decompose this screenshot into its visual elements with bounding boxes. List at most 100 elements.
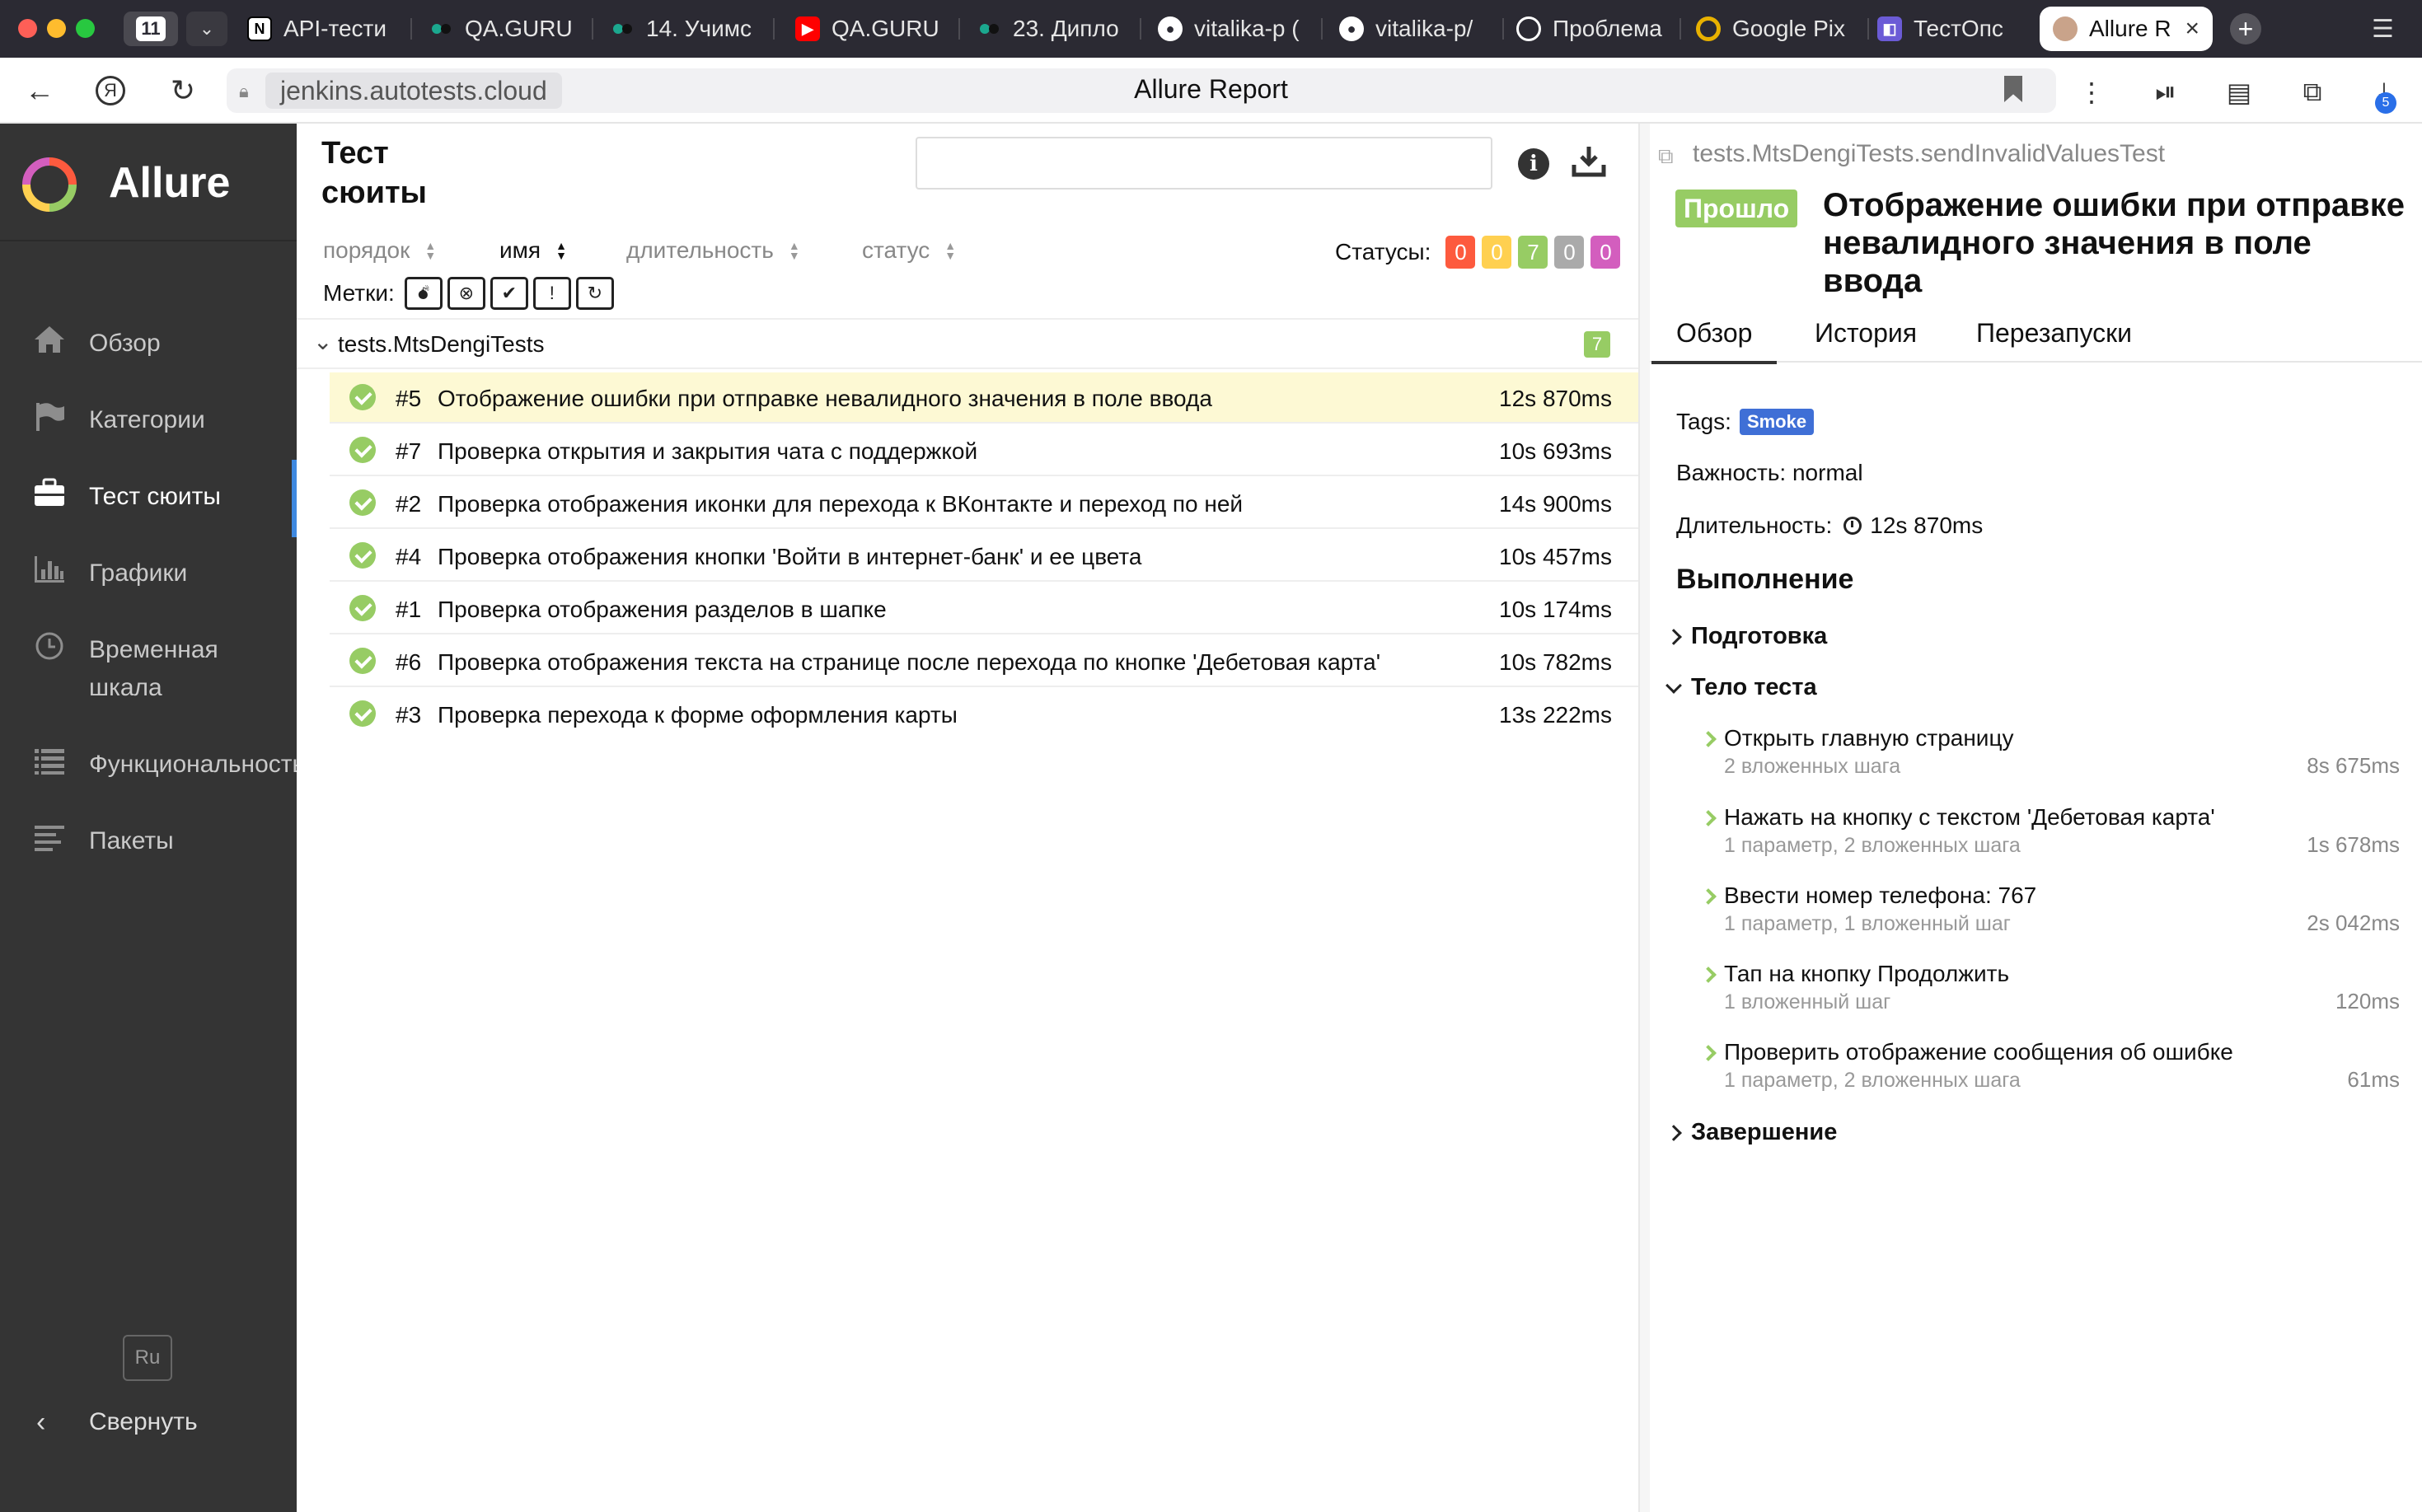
test-number: #4: [396, 544, 422, 569]
info-icon[interactable]: i: [1518, 148, 1549, 180]
step-title: Тап на кнопку Продолжить: [1724, 961, 2010, 986]
test-name: Проверка отображения кнопки 'Войти в инт…: [438, 544, 1142, 569]
passed-check-icon: [349, 595, 376, 621]
step-item[interactable]: Проверить отображение сообщения об ошибк…: [1699, 1039, 2400, 1105]
status-passed-badge[interactable]: 7: [1518, 236, 1548, 269]
language-button[interactable]: Ru: [123, 1335, 172, 1381]
browser-tab[interactable]: ● vitalika-p (: [1158, 7, 1323, 51]
test-row[interactable]: #5 Отображение ошибки при отправке невал…: [330, 372, 1638, 424]
sidebar-item-suites[interactable]: Тест сюиты: [0, 460, 297, 537]
suite-group[interactable]: ⌄ tests.MtsDengiTests 7: [297, 320, 1638, 369]
test-row[interactable]: #2 Проверка отображения иконки для перех…: [330, 478, 1638, 529]
sidebar-item-packages[interactable]: Пакеты: [0, 804, 297, 870]
x-circle-icon[interactable]: ⊗: [447, 277, 485, 310]
tab-overview[interactable]: Обзор: [1651, 318, 1778, 364]
status-failed-badge[interactable]: 0: [1445, 236, 1476, 269]
media-play-icon[interactable]: ⏯: [2149, 76, 2182, 109]
duration-value: 12s 870ms: [1870, 513, 1984, 538]
chevron-right-icon: [1700, 810, 1717, 826]
status-skipped-badge[interactable]: 0: [1554, 236, 1585, 269]
test-duration: 10s 693ms: [1499, 438, 1612, 464]
step-item[interactable]: Тап на кнопку Продолжить 1 вложенный шаг…: [1699, 961, 2400, 1027]
browser-tab[interactable]: ● vitalika-p/: [1339, 7, 1504, 51]
exclamation-circle-icon[interactable]: !: [532, 277, 571, 310]
test-duration: 12s 870ms: [1499, 386, 1612, 411]
browser-tab[interactable]: Проблема: [1516, 7, 1681, 51]
sidebar-item-label: Графики: [89, 559, 188, 587]
briefcase-icon: [31, 476, 68, 509]
test-row[interactable]: #6 Проверка отображения текста на страни…: [330, 636, 1638, 687]
sidebar-item-graphs[interactable]: Графики: [0, 536, 297, 602]
sort-by-duration[interactable]: длительность ▲ ▼: [626, 237, 800, 264]
bomb-icon[interactable]: 💣︎: [404, 277, 443, 310]
window-close-button[interactable]: [18, 19, 37, 38]
browser-tab[interactable]: ◧ ТестОпс: [1877, 7, 2042, 51]
test-number: #5: [396, 386, 422, 411]
refresh-icon[interactable]: ↻: [575, 277, 614, 310]
test-row[interactable]: #1 Проверка отображения разделов в шапке…: [330, 583, 1638, 634]
statuses-label: Статусы:: [1335, 239, 1431, 264]
step-item[interactable]: Ввести номер телефона: 767 1 параметр, 1…: [1699, 882, 2400, 948]
tab-title: ТестОпс: [1914, 16, 2003, 41]
pane-resize-handle[interactable]: [1638, 124, 1665, 1512]
google-pixel-icon: [1696, 16, 1721, 41]
setup-section[interactable]: Подготовка: [1665, 623, 1827, 650]
qa-guru-icon: [977, 16, 1001, 41]
browser-tab[interactable]: Google Pix: [1696, 7, 1869, 51]
test-row[interactable]: #4 Проверка отображения кнопки 'Войти в …: [330, 531, 1638, 582]
status-broken-badge[interactable]: 0: [1482, 236, 1512, 269]
sidebar-item-overview[interactable]: Обзор: [0, 307, 297, 372]
test-duration: 14s 900ms: [1499, 491, 1612, 517]
browser-tab[interactable]: ▶ QA.GURU: [795, 7, 960, 51]
sort-by-status[interactable]: статус ▲ ▼: [862, 237, 956, 264]
pane-title: Тест сюиты: [321, 136, 428, 210]
marks-filter: Метки: 💣︎ ⊗ ✔ ! ↻: [323, 277, 614, 310]
browser-tab-active[interactable]: Allure R ×: [2040, 7, 2213, 51]
tab-history[interactable]: История: [1815, 318, 1917, 349]
duration-label: Длительность:: [1676, 513, 1833, 538]
sidebar: Allure Обзор Категории Тест сюиты График…: [0, 124, 305, 1512]
step-duration: 1s 678ms: [2307, 832, 2400, 857]
step-duration: 61ms: [2347, 1067, 2400, 1092]
sidebar-item-timeline[interactable]: Временная шкала: [0, 613, 297, 712]
extension-icon[interactable]: ⧉: [2296, 76, 2329, 109]
openai-icon: [1516, 16, 1541, 41]
status-unknown-badge[interactable]: 0: [1590, 236, 1621, 269]
brand[interactable]: Allure: [0, 124, 297, 241]
chevron-right-icon: [1665, 628, 1682, 645]
search-input[interactable]: [916, 137, 1492, 190]
window-minimize-button[interactable]: [47, 19, 66, 38]
browser-tab[interactable]: N API-тести: [247, 7, 412, 51]
browser-tab[interactable]: QA.GURU: [429, 7, 593, 51]
window-maximize-button[interactable]: [76, 19, 95, 38]
list-icon: [31, 744, 68, 777]
menu-icon[interactable]: ☰: [2372, 15, 2394, 44]
sidebar-icon[interactable]: ▤: [2223, 76, 2256, 109]
new-tab-button[interactable]: +: [2230, 13, 2261, 44]
teardown-section[interactable]: Завершение: [1665, 1119, 1837, 1146]
check-circle-icon[interactable]: ✔: [490, 277, 528, 310]
sidebar-item-behaviors[interactable]: Функциональность: [0, 728, 305, 793]
sort-label: длительность: [626, 237, 774, 263]
youtube-icon: ▶: [795, 16, 820, 41]
step-item[interactable]: Открыть главную страницу 2 вложенных шаг…: [1699, 725, 2400, 791]
more-vertical-icon[interactable]: ⋮: [2075, 76, 2108, 109]
sort-by-order[interactable]: порядок ▲ ▼: [323, 237, 436, 264]
download-icon[interactable]: [1571, 143, 1607, 180]
browser-tab[interactable]: 14. Учимс: [610, 7, 775, 51]
browser-tab[interactable]: 23. Дипло: [977, 7, 1141, 51]
test-row[interactable]: #3 Проверка перехода к форме оформления …: [330, 689, 1638, 740]
test-body-section[interactable]: Тело теста: [1665, 674, 1817, 701]
sort-by-name[interactable]: имя ▲ ▼: [499, 237, 567, 264]
tab-close-icon[interactable]: ×: [2185, 15, 2199, 43]
sidebar-item-categories[interactable]: Категории: [0, 383, 297, 449]
tab-list-chevron-icon[interactable]: ⌄: [186, 12, 227, 46]
test-full-name: tests.MtsDengiTests.sendInvalidValuesTes…: [1693, 140, 2166, 167]
step-item[interactable]: Нажать на кнопку с текстом 'Дебетовая ка…: [1699, 804, 2400, 870]
copy-icon[interactable]: ⧉: [1658, 143, 1681, 168]
tab-retries[interactable]: Перезапуски: [1976, 318, 2132, 349]
sort-label: порядок: [323, 237, 410, 263]
collapse-sidebar-button[interactable]: ‹ Свернуть: [0, 1397, 297, 1446]
tab-count-button[interactable]: 11: [124, 12, 178, 46]
test-row[interactable]: #7 Проверка открытия и закрытия чата с п…: [330, 425, 1638, 476]
